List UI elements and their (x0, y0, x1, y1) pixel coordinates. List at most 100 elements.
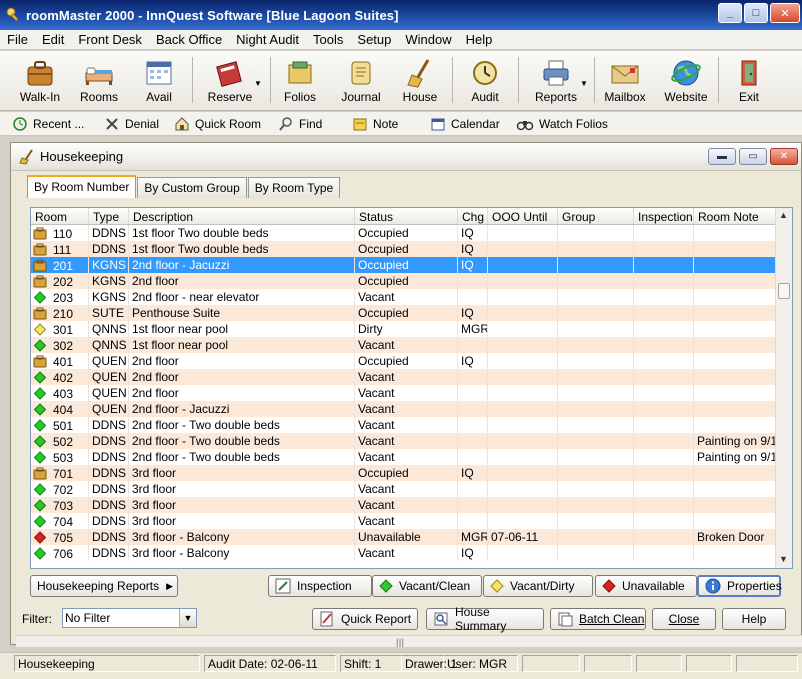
menu-tools[interactable]: Tools (306, 32, 350, 47)
inner-minimize-button[interactable]: ▬ (708, 148, 736, 165)
reports-dropdown-arrow-icon[interactable]: ▼ (580, 79, 588, 88)
calendar-button[interactable]: Calendar (430, 116, 500, 132)
website-button[interactable]: Website (660, 53, 712, 107)
close-window-button[interactable]: ✕ (770, 3, 800, 23)
quick-report-button[interactable]: Quick Report (312, 608, 418, 630)
find-button[interactable]: Find (278, 116, 322, 132)
maximize-button[interactable]: □ (744, 3, 768, 23)
filter-dropdown-arrow-icon[interactable]: ▼ (179, 609, 196, 627)
table-row[interactable]: 111 DDNS 1st floor Two double beds Occupied… (31, 241, 777, 257)
recent-button[interactable]: Recent ... (12, 116, 84, 132)
exit-button[interactable]: Exit (728, 53, 770, 107)
properties-button[interactable]: Properties (697, 575, 782, 597)
menu-help[interactable]: Help (459, 32, 500, 47)
column-header-ooo-until[interactable]: OOO Until (488, 208, 558, 224)
table-row[interactable]: 201 KGNS 2nd floor - Jacuzzi Occupied IQ (31, 257, 777, 273)
watch-folios-button[interactable]: Watch Folios (516, 116, 608, 132)
batch-clean-button[interactable]: Batch Clean (550, 608, 646, 630)
table-row[interactable]: 402 QUEN 2nd floor Vacant (31, 369, 777, 385)
vacant-clean-diamond-icon (33, 547, 47, 560)
note-button[interactable]: Note (352, 116, 398, 132)
table-row[interactable]: 403 QUEN 2nd floor Vacant (31, 385, 777, 401)
table-row[interactable]: 401 QUEN 2nd floor Occupied IQ (31, 353, 777, 369)
minimize-button[interactable]: _ (718, 3, 742, 23)
reports-button[interactable]: Reports (528, 53, 584, 107)
column-header-description[interactable]: Description (129, 208, 355, 224)
table-row[interactable]: 502 DDNS 2nd floor - Two double beds Vacant… (31, 433, 777, 449)
table-row[interactable]: 701 DDNS 3rd floor Occupied IQ (31, 465, 777, 481)
tab-by-room-number[interactable]: By Room Number (27, 175, 137, 198)
table-row[interactable]: 210 SUTE Penthouse Suite Occupied IQ (31, 305, 777, 321)
scroll-thumb[interactable] (778, 283, 790, 299)
scroll-down-arrow-icon[interactable]: ▼ (779, 554, 788, 564)
menu-window[interactable]: Window (398, 32, 458, 47)
cell-type: SUTE (89, 305, 129, 321)
menu-back-office[interactable]: Back Office (149, 32, 229, 47)
column-header-type[interactable]: Type (89, 208, 129, 224)
walkin-button[interactable]: Walk-In (12, 53, 68, 107)
table-row[interactable]: 704 DDNS 3rd floor Vacant (31, 513, 777, 529)
menu-setup[interactable]: Setup (350, 32, 398, 47)
audit-button[interactable]: Audit (460, 53, 510, 107)
avail-button[interactable]: Avail (134, 53, 184, 107)
column-header-inspection[interactable]: Inspection (634, 208, 694, 224)
menu-night-audit[interactable]: Night Audit (229, 32, 306, 47)
inner-restore-button[interactable]: ▭ (739, 148, 767, 165)
journal-button[interactable]: Journal (336, 53, 386, 107)
scroll-up-arrow-icon[interactable]: ▲ (779, 210, 788, 220)
close-button[interactable]: Close (652, 608, 716, 630)
rooms-button[interactable]: Rooms (72, 53, 126, 107)
housekeeping-tabs: By Room Number By Custom Group By Room T… (27, 175, 341, 198)
column-header-status[interactable]: Status (355, 208, 458, 224)
table-row[interactable]: 503 DDNS 2nd floor - Two double beds Vacant… (31, 449, 777, 465)
column-header-room-note[interactable]: Room Note (694, 208, 777, 224)
note-icon (353, 118, 367, 131)
folios-button[interactable]: Folios (278, 53, 322, 107)
house-button[interactable]: House (398, 53, 442, 107)
column-header-group[interactable]: Group (558, 208, 634, 224)
scroll-grip-icon: | | | (396, 637, 404, 647)
grid-vertical-scrollbar[interactable]: ▲ ▼ (775, 208, 792, 568)
vacant-clean-button[interactable]: Vacant/Clean (372, 575, 482, 597)
house-summary-button[interactable]: House Summary (426, 605, 544, 633)
inspection-button[interactable]: Inspection (268, 575, 372, 597)
table-row[interactable]: 404 QUEN 2nd floor - Jacuzzi Vacant (31, 401, 777, 417)
cell-description: 1st floor Two double beds (129, 225, 355, 241)
table-row[interactable]: 301 QNNS 1st floor near pool Dirty MGR (31, 321, 777, 337)
table-row[interactable]: 501 DDNS 2nd floor - Two double beds Vacant (31, 417, 777, 433)
filter-select[interactable]: No Filter ▼ (62, 608, 197, 628)
unavailable-button[interactable]: Unavailable (595, 575, 697, 597)
cell-room-note (694, 369, 777, 385)
table-row[interactable]: 203 KGNS 2nd floor - near elevator Vacant (31, 289, 777, 305)
window-horizontal-scrollbar[interactable]: | | | (16, 635, 802, 647)
tab-by-room-type[interactable]: By Room Type (247, 177, 341, 198)
table-row[interactable]: 703 DDNS 3rd floor Vacant (31, 497, 777, 513)
table-row[interactable]: 702 DDNS 3rd floor Vacant (31, 481, 777, 497)
reserve-dropdown-arrow-icon[interactable]: ▼ (254, 79, 262, 88)
table-row[interactable]: 202 KGNS 2nd floor Occupied (31, 273, 777, 289)
main-toolbar: Walk-In Rooms Avail Reserve ▼ Folios Jou… (0, 51, 802, 111)
inner-close-button[interactable]: ✕ (770, 148, 798, 165)
table-row[interactable]: 110 DDNS 1st floor Two double beds Occupied… (31, 225, 777, 241)
cell-type: DDNS (89, 481, 129, 497)
mailbox-button[interactable]: Mailbox (602, 53, 648, 107)
table-row[interactable]: 706 DDNS 3rd floor - Balcony Vacant IQ (31, 545, 777, 561)
column-header-room[interactable]: Room (31, 208, 89, 224)
table-row[interactable]: 302 QNNS 1st floor near pool Vacant (31, 337, 777, 353)
menu-file[interactable]: File (0, 32, 35, 47)
cell-inspection (634, 433, 694, 449)
cell-group (558, 545, 634, 561)
help-button[interactable]: Help (722, 608, 786, 630)
column-header-chg[interactable]: Chg (458, 208, 488, 224)
vacant-dirty-button[interactable]: Vacant/Dirty (483, 575, 593, 597)
cell-chg: IQ (458, 257, 488, 273)
quick-room-button[interactable]: Quick Room (174, 116, 261, 132)
cell-description: 2nd floor - near elevator (129, 289, 355, 305)
tab-by-custom-group[interactable]: By Custom Group (137, 177, 247, 198)
menu-edit[interactable]: Edit (35, 32, 71, 47)
denial-button[interactable]: Denial (104, 116, 159, 132)
reserve-button[interactable]: Reserve (200, 53, 260, 107)
menu-front-desk[interactable]: Front Desk (71, 32, 149, 47)
housekeeping-reports-button[interactable]: Housekeeping Reports ▶ (30, 575, 178, 597)
table-row[interactable]: 705 DDNS 3rd floor - Balcony Unavailable MGR… (31, 529, 777, 545)
